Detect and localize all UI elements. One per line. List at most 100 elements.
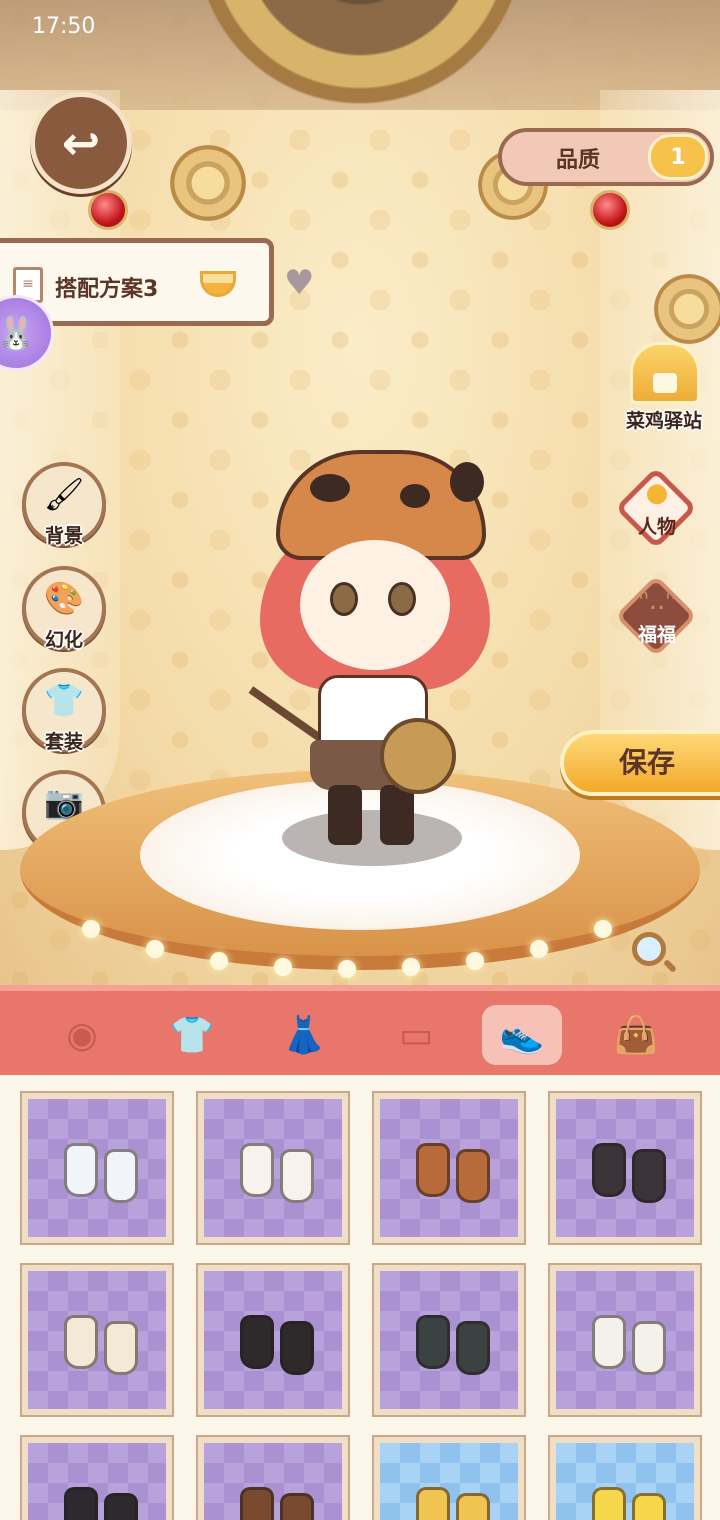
brush-icon: 🖌 bbox=[43, 475, 85, 513]
person-icon: ● bbox=[645, 478, 669, 508]
dressing-stage: 17:50 ↩ 品质 1 ≡ 搭配方案3 ♥ 🐰 🖌 背景 🎨 幻化 👕 套装 … bbox=[0, 0, 720, 985]
back-button[interactable]: ↩ bbox=[30, 92, 132, 194]
background-label: 背景 bbox=[44, 525, 83, 547]
dress-icon: 👗 bbox=[281, 1015, 327, 1056]
shoe-item-tile[interactable] bbox=[196, 1091, 350, 1245]
shoe-icon bbox=[456, 1149, 490, 1203]
left-eye bbox=[330, 582, 358, 616]
shoe-icon bbox=[416, 1487, 450, 1520]
shoe-icon bbox=[104, 1321, 138, 1375]
shoe-item-tile[interactable] bbox=[548, 1435, 702, 1520]
shoe-item-tile[interactable] bbox=[372, 1091, 526, 1245]
light-bulb bbox=[210, 952, 228, 970]
shoe-item-tile[interactable] bbox=[372, 1263, 526, 1417]
shorts-icon: ▭ bbox=[398, 1014, 433, 1056]
shoe-item-tile[interactable] bbox=[196, 1263, 350, 1417]
gear-decor-far-right bbox=[654, 274, 720, 344]
shoe-icon bbox=[632, 1493, 666, 1520]
shoe-icon bbox=[592, 1315, 626, 1369]
shoe-item-tile[interactable] bbox=[20, 1435, 174, 1520]
transform-label: 幻化 bbox=[44, 629, 83, 651]
fufu-tab-button[interactable]: ᐢ..ᐢ 福福 bbox=[614, 574, 698, 658]
red-gem-right-decor bbox=[590, 190, 630, 230]
zoom-magnifier-icon[interactable] bbox=[632, 932, 666, 966]
character-face bbox=[300, 540, 450, 670]
light-bulb bbox=[466, 952, 484, 970]
eye-icon: ◉ bbox=[66, 1014, 98, 1056]
tab-eyes[interactable]: ◉ bbox=[42, 1005, 122, 1065]
tab-shoes[interactable]: 👟 bbox=[482, 1005, 562, 1065]
shoe-item-tile[interactable] bbox=[548, 1091, 702, 1245]
shoe-icon bbox=[280, 1321, 314, 1375]
fufu-label: 福福 bbox=[637, 624, 676, 646]
paint-basket-bag bbox=[380, 718, 456, 794]
shoe-icon bbox=[64, 1487, 98, 1520]
shoe-item-tile[interactable] bbox=[20, 1263, 174, 1417]
shoe-item-tile[interactable] bbox=[548, 1263, 702, 1417]
shoe-icon bbox=[456, 1321, 490, 1375]
shirt-icon: 👕 bbox=[169, 1015, 215, 1056]
station-button[interactable]: 菜鸡驿站 bbox=[614, 342, 714, 432]
station-label: 菜鸡驿站 bbox=[625, 410, 702, 432]
shoe-icon bbox=[240, 1487, 274, 1520]
character-label: 人物 bbox=[637, 516, 676, 538]
shoe-icon bbox=[64, 1143, 98, 1197]
right-eye bbox=[388, 582, 416, 616]
tab-dress[interactable]: 👗 bbox=[264, 1005, 344, 1065]
quality-toggle-control[interactable]: 品质 1 bbox=[498, 128, 714, 186]
item-grid bbox=[0, 1075, 720, 1520]
light-bulb bbox=[146, 940, 164, 958]
shoe-item-tile[interactable] bbox=[196, 1435, 350, 1520]
outfit-set-button[interactable]: 👕 套装 bbox=[22, 668, 106, 753]
transform-button[interactable]: 🎨 幻化 bbox=[22, 566, 106, 651]
shoe-icon bbox=[240, 1315, 274, 1369]
light-bulb bbox=[338, 960, 356, 978]
shoe-icon bbox=[280, 1149, 314, 1203]
shoe-icon bbox=[632, 1321, 666, 1375]
shoe-icon bbox=[592, 1143, 626, 1197]
shoes-icon: 👟 bbox=[499, 1015, 545, 1056]
gear-decor-left bbox=[170, 145, 246, 221]
quality-label: 品质 bbox=[556, 148, 601, 173]
favorite-heart-icon[interactable]: ♥ bbox=[284, 266, 314, 300]
right-boot bbox=[380, 785, 414, 845]
hanger-icon: 👕 bbox=[44, 681, 84, 719]
station-hut-icon bbox=[630, 342, 700, 404]
shoe-icon bbox=[104, 1149, 138, 1203]
red-gem-left-decor bbox=[88, 190, 128, 230]
shoe-item-tile[interactable] bbox=[20, 1091, 174, 1245]
shoe-icon bbox=[416, 1315, 450, 1369]
shoe-icon bbox=[104, 1493, 138, 1520]
light-bulb bbox=[82, 920, 100, 938]
shoe-icon bbox=[240, 1143, 274, 1197]
shoe-icon bbox=[64, 1315, 98, 1369]
quality-switch-icon[interactable]: 1 bbox=[648, 134, 708, 180]
light-bulb bbox=[274, 958, 292, 976]
outfit-set-label: 套装 bbox=[44, 731, 83, 753]
shoe-icon bbox=[416, 1143, 450, 1197]
status-time: 17:50 bbox=[32, 14, 96, 39]
light-bulb bbox=[530, 940, 548, 958]
tab-tops[interactable]: 👕 bbox=[152, 1005, 232, 1065]
cup-icon bbox=[200, 271, 236, 297]
bag-icon: 👜 bbox=[613, 1015, 659, 1056]
character-tab-button[interactable]: ● 人物 bbox=[614, 466, 698, 550]
light-bulb bbox=[594, 920, 612, 938]
category-tab-bar: ◉ 👕 👗 ▭ 👟 👜 bbox=[0, 985, 720, 1075]
dressed-character[interactable] bbox=[240, 450, 540, 870]
shoe-icon bbox=[632, 1149, 666, 1203]
rabbit-icon: ᐢ..ᐢ bbox=[638, 586, 676, 616]
shoe-icon bbox=[456, 1493, 490, 1520]
background-button[interactable]: 🖌 背景 bbox=[22, 462, 106, 547]
tab-bag[interactable]: 👜 bbox=[596, 1005, 676, 1065]
save-button[interactable]: 保存 bbox=[560, 730, 720, 796]
outfit-plan-title: 搭配方案3 bbox=[55, 277, 159, 302]
light-bulb bbox=[402, 958, 420, 976]
shoe-icon bbox=[280, 1493, 314, 1520]
palette-icon: 🎨 bbox=[44, 579, 84, 617]
shoe-icon bbox=[592, 1487, 626, 1520]
tab-shorts[interactable]: ▭ bbox=[376, 1005, 456, 1065]
back-arrow-icon: ↩ bbox=[61, 116, 101, 170]
shoe-item-tile[interactable] bbox=[372, 1435, 526, 1520]
left-boot bbox=[328, 785, 362, 845]
